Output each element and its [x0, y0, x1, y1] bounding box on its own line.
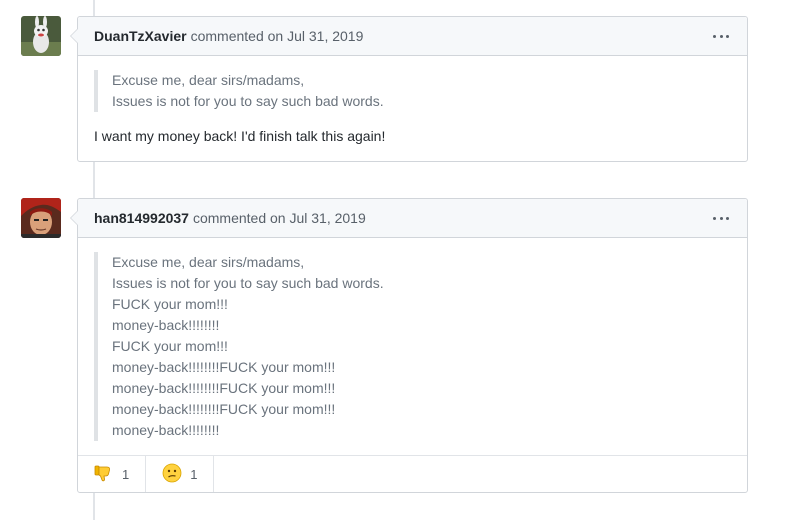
avatar[interactable] [21, 198, 61, 238]
comment-timestamp[interactable]: commented on Jul 31, 2019 [193, 210, 366, 226]
reaction-thumbs-down[interactable]: 1 [78, 456, 147, 492]
quote-line: money-back!!!!!!!!FUCK your mom!!! [112, 401, 336, 417]
comment-timestamp[interactable]: commented on Jul 31, 2019 [191, 28, 364, 44]
quote-line: Excuse me, dear sirs/madams, [112, 254, 305, 270]
reaction-confused[interactable]: 1 [146, 456, 215, 492]
confused-face-icon [162, 463, 182, 486]
quote-line: FUCK your mom!!! [112, 338, 228, 354]
reactions-bar: 1 1 [78, 455, 747, 492]
quote-line: money-back!!!!!!!! [112, 317, 220, 333]
comment-author[interactable]: han814992037 [94, 210, 189, 226]
reaction-count: 1 [122, 466, 130, 482]
quote-line: Issues is not for you to say such bad wo… [112, 275, 384, 291]
comment-text: I want my money back! I'd finish talk th… [94, 128, 386, 144]
quote-line: FUCK your mom!!! [112, 296, 228, 312]
more-options-icon[interactable] [713, 211, 729, 225]
comment-header: DuanTzXavier commented on Jul 31, 2019 [78, 17, 747, 56]
quote-line: money-back!!!!!!!! [112, 422, 220, 438]
avatar[interactable] [21, 16, 61, 56]
reaction-count: 1 [190, 466, 198, 482]
comment-author[interactable]: DuanTzXavier [94, 28, 187, 44]
quote-line: Excuse me, dear sirs/madams, [112, 72, 305, 88]
comment-card: han814992037 commented on Jul 31, 2019 E… [70, 198, 748, 493]
blockquote: Excuse me, dear sirs/madams, Issues is n… [94, 252, 731, 441]
comment-header: han814992037 commented on Jul 31, 2019 [78, 199, 747, 238]
quote-line: Issues is not for you to say such bad wo… [112, 93, 384, 109]
comment-body: Excuse me, dear sirs/madams, Issues is n… [78, 238, 747, 455]
more-options-icon[interactable] [713, 29, 729, 43]
thumbs-down-icon [94, 463, 114, 486]
comment-body: Excuse me, dear sirs/madams, Issues is n… [78, 56, 747, 161]
comment-card: DuanTzXavier commented on Jul 31, 2019 E… [70, 16, 748, 162]
quote-line: money-back!!!!!!!!FUCK your mom!!! [112, 380, 336, 396]
blockquote: Excuse me, dear sirs/madams, Issues is n… [94, 70, 731, 112]
quote-line: money-back!!!!!!!!FUCK your mom!!! [112, 359, 336, 375]
